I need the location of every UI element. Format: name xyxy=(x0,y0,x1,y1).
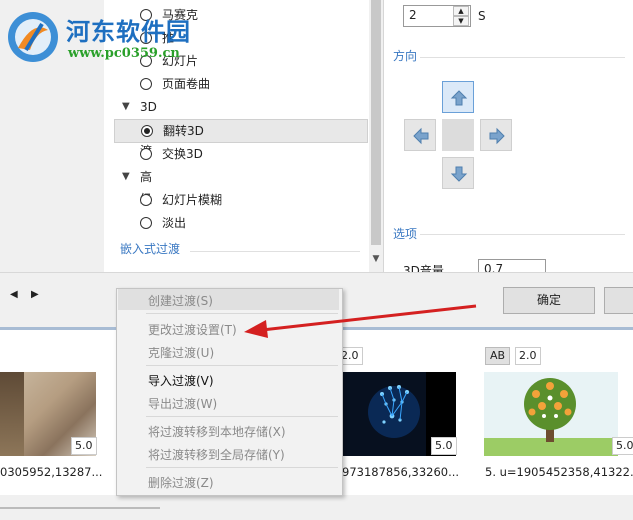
menu-separator xyxy=(146,416,338,417)
transition-item-label: 翻转3D xyxy=(163,124,204,138)
slide-thumbnail[interactable] xyxy=(484,372,618,456)
radio-icon[interactable] xyxy=(140,217,152,229)
divider xyxy=(420,57,625,58)
divider xyxy=(190,251,360,252)
direction-up-button[interactable] xyxy=(442,81,474,113)
spin-down-icon[interactable]: ▼ xyxy=(453,16,469,26)
transition-item-page-curl[interactable]: 页面卷曲 xyxy=(114,73,364,95)
embedded-transitions-heading: 嵌入式过渡 xyxy=(120,242,181,256)
transition-item-fade[interactable]: 淡出 xyxy=(114,212,364,234)
ok-button[interactable]: 确定 xyxy=(503,287,595,314)
direction-heading: 方向 xyxy=(393,49,418,63)
scroll-down-icon[interactable]: ▼ xyxy=(369,254,383,268)
duration-value[interactable]: 2 xyxy=(409,8,417,22)
transition-item-label: 幻灯片模糊 xyxy=(162,193,223,207)
transition-item-swap-3d[interactable]: 交换3D xyxy=(114,143,364,165)
arrow-down-icon xyxy=(450,166,468,182)
slide-caption: 973187856,33260... xyxy=(342,465,460,479)
duration-unit: S xyxy=(478,9,486,23)
slide-caption: 5. u=1905452358,41322... xyxy=(485,465,633,479)
watermark-title: 河东软件园 xyxy=(66,17,191,46)
chevron-down-icon[interactable]: ▼ xyxy=(122,96,130,118)
menu-item-clone-transition[interactable]: 克隆过渡(U) xyxy=(148,344,214,361)
slide-caption: 0305952,13287... xyxy=(0,465,103,479)
menu-item-move-to-global-storage[interactable]: 将过渡转移到全局存储(Y) xyxy=(148,446,285,463)
slide-duration[interactable]: 5.0 xyxy=(612,437,633,455)
menu-item-create-transition[interactable]: 创建过渡(S) xyxy=(148,292,213,309)
arrow-right-icon xyxy=(489,127,505,145)
previous-icon[interactable]: ◀ xyxy=(10,289,18,300)
direction-down-button[interactable] xyxy=(442,157,474,189)
transition-item-label: 淡出 xyxy=(162,216,187,230)
transition-item-slide-blur[interactable]: 幻灯片模糊 xyxy=(114,189,364,211)
watermark-url: www.pc0359.cn xyxy=(68,46,180,61)
menu-item-export-transition[interactable]: 导出过渡(W) xyxy=(148,395,217,412)
arrow-up-icon xyxy=(450,90,468,106)
cancel-button[interactable] xyxy=(604,287,633,314)
transition-item-flip-3d[interactable]: 翻转3D xyxy=(114,119,368,143)
slide-duration[interactable]: 5.0 xyxy=(431,437,457,455)
direction-center xyxy=(442,119,474,151)
radio-icon[interactable] xyxy=(140,194,152,206)
menu-item-change-transition-settings[interactable]: 更改过渡设置(T) xyxy=(148,321,237,338)
transition-item-label: 交换3D xyxy=(162,147,203,161)
transition-duration[interactable]: 2.0 xyxy=(515,347,541,365)
transition-ab-badge[interactable]: AB xyxy=(485,347,511,365)
divider xyxy=(420,234,625,235)
chevron-down-icon[interactable]: ▼ xyxy=(122,166,130,188)
annotation-arrow-icon xyxy=(244,304,477,338)
scrollbar-thumb[interactable] xyxy=(371,0,381,245)
direction-left-button[interactable] xyxy=(404,119,436,151)
direction-right-button[interactable] xyxy=(480,119,512,151)
horizontal-scrollbar[interactable] xyxy=(0,507,160,509)
figure-image xyxy=(0,372,24,456)
menu-item-import-transition[interactable]: 导入过渡(V) xyxy=(148,372,214,389)
radio-icon[interactable] xyxy=(140,148,152,160)
transition-item-label: 页面卷曲 xyxy=(162,77,211,91)
arrow-left-icon xyxy=(413,127,429,145)
menu-item-move-to-local-storage[interactable]: 将过渡转移到本地存储(X) xyxy=(148,423,286,440)
radio-selected-icon[interactable] xyxy=(141,125,153,137)
tree-image xyxy=(484,372,618,456)
options-heading: 选项 xyxy=(393,227,418,241)
radio-icon[interactable] xyxy=(140,78,152,90)
site-logo-icon xyxy=(8,12,58,62)
menu-separator xyxy=(146,467,338,468)
slide-duration[interactable]: 5.0 xyxy=(71,437,97,455)
spin-up-icon[interactable]: ▲ xyxy=(453,6,469,16)
menu-item-delete-transition[interactable]: 删除过渡(Z) xyxy=(148,474,214,491)
menu-separator xyxy=(146,365,338,366)
next-icon[interactable]: ▶ xyxy=(31,289,39,300)
